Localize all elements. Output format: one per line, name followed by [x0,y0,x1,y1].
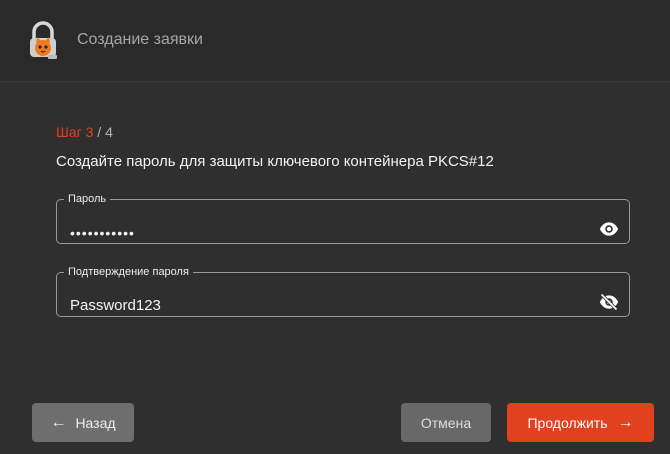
password-field[interactable]: Пароль ••••••••••• [56,193,630,244]
eye-off-icon[interactable] [599,292,619,312]
step-heading: Создайте пароль для защиты ключевого кон… [56,153,494,170]
confirm-password-field[interactable]: Подтверждение пароля Password123 [56,266,630,317]
arrow-left-icon: ← [50,413,67,431]
cancel-button[interactable]: Отмена [401,403,491,442]
window-title: Создание заявки [77,31,203,48]
padlock-cat-icon [30,21,57,59]
confirm-password-field-label: Подтверждение пароля [68,266,189,278]
password-input[interactable]: ••••••••••• [70,225,135,241]
continue-button-label: Продолжить [527,414,608,431]
arrow-right-icon: → [617,413,634,431]
eye-icon[interactable] [599,219,619,239]
step-current: Шаг 3 [56,124,94,140]
password-field-label: Пароль [68,193,107,205]
continue-button[interactable]: Продолжить → [507,403,654,442]
confirm-password-input[interactable]: Password123 [70,297,161,314]
title-bar: Создание заявки [0,0,670,82]
cancel-button-label: Отмена [420,414,472,431]
back-button-label: Назад [75,414,116,431]
step-total: / 4 [93,124,113,140]
step-indicator: Шаг 3 / 4 [56,124,113,140]
back-button[interactable]: ← Назад [32,403,134,442]
